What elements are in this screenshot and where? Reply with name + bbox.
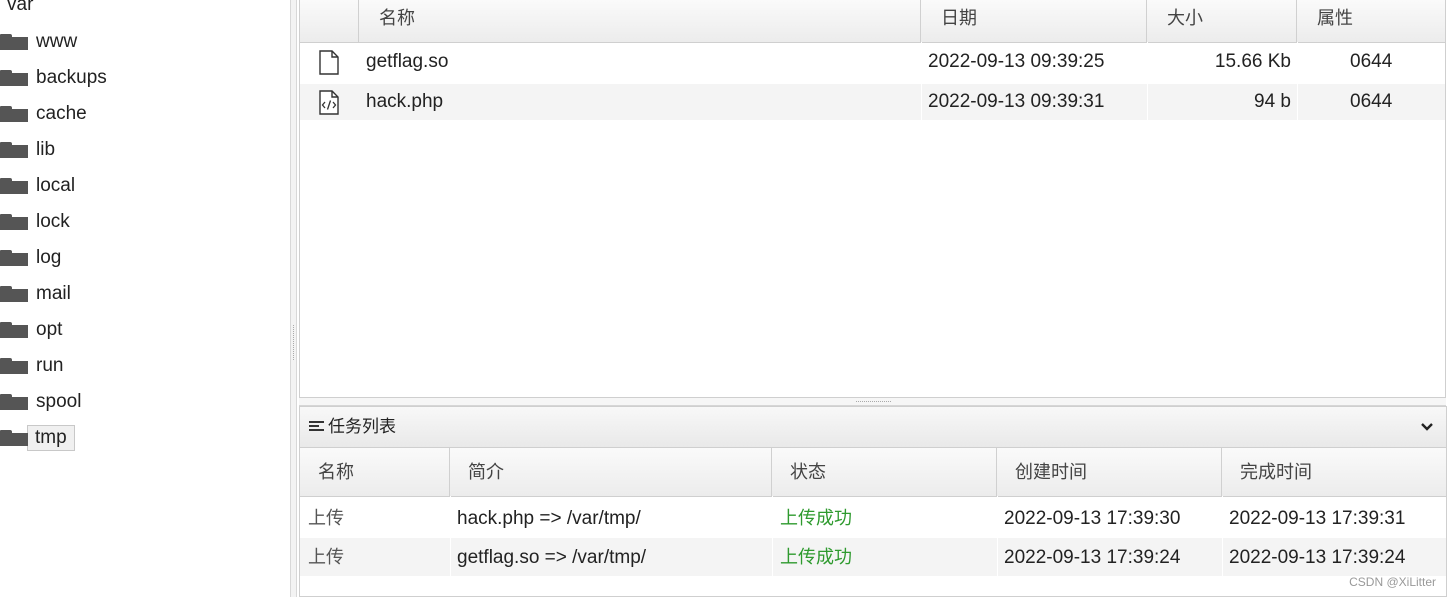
tree-item-local[interactable]: local	[0, 172, 79, 200]
header-date[interactable]: 日期	[921, 0, 1147, 42]
task-desc: hack.php => /var/tmp/	[457, 508, 641, 529]
tree-item-www[interactable]: www	[0, 28, 81, 56]
folder-icon	[0, 34, 28, 50]
tree-item-label: cache	[36, 103, 87, 124]
tree-item-lib[interactable]: lib	[0, 136, 59, 164]
column-divider	[1147, 42, 1148, 122]
column-divider	[1297, 42, 1298, 122]
tree-item-backups[interactable]: backups	[0, 64, 111, 92]
tree-item-label: spool	[36, 391, 82, 412]
tree-item-label: log	[36, 247, 62, 268]
tree-item-opt[interactable]: opt	[0, 316, 66, 344]
folder-icon	[0, 286, 28, 302]
task-created: 2022-09-13 17:39:30	[1004, 508, 1181, 529]
folder-icon	[0, 250, 28, 266]
file-size: 15.66 Kb	[1214, 51, 1291, 72]
folder-icon	[0, 106, 28, 122]
tree-item-label: www	[36, 31, 78, 52]
list-icon	[309, 421, 324, 433]
header-task-status[interactable]: 状态	[772, 448, 997, 496]
task-panel-title-bar[interactable]: 任务列表	[300, 407, 1446, 448]
tree-item-log[interactable]: log	[0, 244, 65, 272]
vertical-splitter[interactable]	[290, 0, 297, 597]
folder-icon	[0, 394, 28, 410]
tree-root-var[interactable]: var	[7, 0, 33, 16]
file-list-header: 名称 日期 大小 属性	[300, 0, 1445, 43]
column-divider	[921, 42, 922, 122]
tree-item-label: local	[36, 175, 76, 196]
folder-icon	[0, 214, 28, 230]
task-panel: 任务列表 名称 简介 状态 创建时间 完成时间 上传 hack.php => /…	[299, 406, 1447, 597]
tree-item-label: backups	[36, 67, 107, 88]
task-status: 上传成功	[780, 508, 852, 529]
tree-item-label: lock	[36, 211, 70, 232]
watermark: CSDN @XiLitter	[1349, 575, 1436, 589]
tree-item-label: run	[36, 355, 64, 376]
file-date: 2022-09-13 09:39:25	[928, 51, 1105, 72]
chevron-down-icon[interactable]	[1418, 418, 1436, 436]
file-icon	[319, 50, 339, 75]
tree-item-spool[interactable]: spool	[0, 388, 85, 416]
task-name: 上传	[308, 547, 344, 568]
file-list: 名称 日期 大小 属性 getflag.so 2022-09-13 09:39:…	[299, 0, 1446, 398]
tree-item-label: lib	[36, 139, 56, 160]
header-task-created[interactable]: 创建时间	[997, 448, 1222, 496]
task-table-header: 名称 简介 状态 创建时间 完成时间	[300, 448, 1446, 497]
directory-tree: var www backups cache lib local lock log…	[0, 0, 290, 597]
folder-icon	[0, 430, 28, 446]
horizontal-splitter[interactable]	[299, 398, 1446, 406]
header-task-finished[interactable]: 完成时间	[1222, 448, 1448, 496]
header-task-name[interactable]: 名称	[300, 448, 450, 496]
file-name: getflag.so	[366, 51, 449, 72]
task-row[interactable]: 上传 getflag.so => /var/tmp/ 上传成功 2022-09-…	[300, 538, 1446, 576]
folder-icon	[0, 178, 28, 194]
folder-icon	[0, 322, 28, 338]
tree-item-label: mail	[36, 283, 71, 304]
file-perm: 0644	[1350, 91, 1393, 112]
splitter-grip	[856, 401, 891, 403]
column-divider	[997, 496, 998, 576]
file-row[interactable]: getflag.so 2022-09-13 09:39:25 15.66 Kb …	[300, 44, 1445, 80]
file-size: 94 b	[1254, 91, 1291, 112]
folder-icon	[0, 142, 28, 158]
task-finished: 2022-09-13 17:39:24	[1229, 547, 1406, 568]
tree-item-lock[interactable]: lock	[0, 208, 74, 236]
header-perm[interactable]: 属性	[1297, 0, 1447, 42]
task-created: 2022-09-13 17:39:24	[1004, 547, 1181, 568]
tree-item-label: tmp	[27, 425, 75, 451]
task-desc: getflag.so => /var/tmp/	[457, 547, 647, 568]
splitter-grip	[293, 325, 295, 360]
header-select-column[interactable]	[300, 0, 359, 42]
task-name: 上传	[308, 508, 344, 529]
header-task-desc[interactable]: 简介	[450, 448, 772, 496]
file-perm: 0644	[1350, 51, 1393, 72]
task-finished: 2022-09-13 17:39:31	[1229, 508, 1406, 529]
file-date: 2022-09-13 09:39:31	[928, 91, 1105, 112]
tree-item-cache[interactable]: cache	[0, 100, 91, 128]
folder-icon	[0, 358, 28, 374]
file-row[interactable]: hack.php 2022-09-13 09:39:31 94 b 0644	[300, 84, 1445, 120]
column-divider	[1222, 496, 1223, 576]
task-panel-title: 任务列表	[328, 417, 396, 437]
task-row[interactable]: 上传 hack.php => /var/tmp/ 上传成功 2022-09-13…	[300, 499, 1446, 537]
header-name[interactable]: 名称	[359, 0, 921, 42]
tree-item-run[interactable]: run	[0, 352, 67, 380]
tree-item-label: opt	[36, 319, 63, 340]
column-divider	[772, 496, 773, 576]
tree-item-mail[interactable]: mail	[0, 280, 75, 308]
tree-item-tmp[interactable]: tmp	[0, 424, 75, 452]
php-file-icon	[319, 90, 339, 115]
task-status: 上传成功	[780, 547, 852, 568]
header-size[interactable]: 大小	[1147, 0, 1297, 42]
column-divider	[450, 496, 451, 576]
folder-icon	[0, 70, 28, 86]
file-name: hack.php	[366, 91, 444, 112]
